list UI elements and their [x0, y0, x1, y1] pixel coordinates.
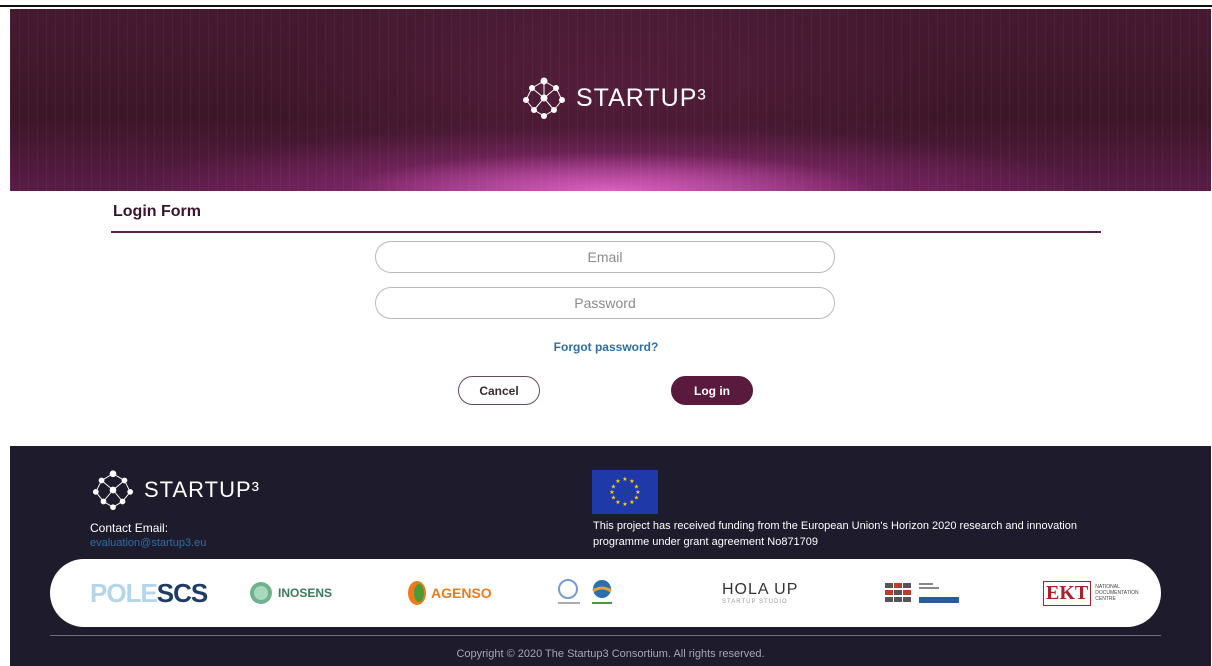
partner-logo-holaup[interactable]: HOLA UP STARTUP STUDIO: [722, 559, 798, 627]
cancel-button[interactable]: Cancel: [458, 376, 540, 405]
login-button[interactable]: Log in: [671, 376, 753, 405]
forgot-password-link[interactable]: Forgot password?: [0, 340, 1212, 354]
partner-logo-eurofood[interactable]: [552, 559, 622, 627]
partner-logo-polescs[interactable]: POLE SCS: [90, 559, 208, 627]
startup3-logo: STARTUP³: [520, 76, 707, 120]
email-field[interactable]: [375, 241, 835, 273]
top-border: [0, 5, 1212, 7]
partner-logo-latvian-it-cluster[interactable]: [883, 559, 973, 627]
login-form-title: Login Form: [113, 203, 201, 220]
eurofood-logos-icon: [558, 579, 612, 604]
svg-text:★: ★: [622, 476, 627, 483]
eu-stars: ★ ★★ ★★★ ★★★ ★★★: [609, 476, 640, 508]
contact-email-label: Contact Email:: [90, 521, 169, 535]
partner-logos-bar: POLE SCS INOSENS AGENSO HOLA UP STARTUP …: [50, 559, 1161, 627]
site-footer: STARTUP³ Contact Email: evaluation@start…: [10, 446, 1211, 666]
partner-logo-agenso[interactable]: AGENSO: [406, 559, 492, 627]
password-field[interactable]: [375, 287, 835, 319]
brain-network-icon: [92, 470, 134, 511]
hero-banner: STARTUP³: [10, 9, 1211, 191]
footer-brand-name: STARTUP³: [144, 477, 260, 502]
svg-text:★: ★: [615, 478, 620, 485]
partner-logo-ekt[interactable]: EKT NATIONAL DOCUMENTATION CENTRE: [1043, 559, 1145, 627]
svg-text:★: ★: [629, 499, 634, 506]
brain-network-icon: [523, 77, 565, 119]
contact-email-link[interactable]: evaluation@startup3.eu: [90, 537, 206, 549]
copyright-text: Copyright © 2020 The Startup3 Consortium…: [456, 648, 765, 660]
brand-name: STARTUP³: [576, 83, 707, 112]
inosens-globe-icon: [250, 582, 272, 604]
title-divider: [111, 231, 1101, 233]
partner-logo-inosens[interactable]: INOSENS: [248, 559, 332, 627]
footer-startup3-logo: STARTUP³: [90, 469, 260, 511]
footer-divider: [50, 635, 1161, 636]
latvian-cluster-icon: [885, 583, 959, 603]
eu-flag-icon: ★ ★ ★ ★ ★ ★ ★ ★ ★ ★ ★ ★: [592, 470, 658, 514]
funding-statement: This project has received funding from t…: [593, 520, 1077, 548]
svg-text:★: ★: [622, 501, 627, 508]
agenso-leaf-icon: [408, 581, 426, 605]
